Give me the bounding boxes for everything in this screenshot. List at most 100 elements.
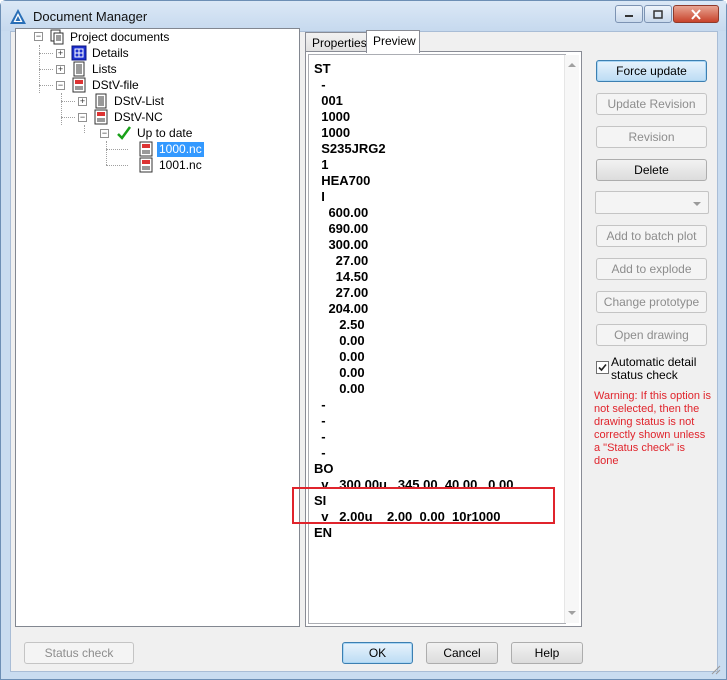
tree-node-dstv-nc[interactable]: DStV-NC <box>93 109 165 125</box>
minimize-icon <box>625 15 633 17</box>
option-combobox[interactable] <box>595 191 709 214</box>
collapse-toggle[interactable]: − <box>78 113 87 122</box>
tree-connector <box>39 53 53 54</box>
preview-line: 1 <box>314 157 329 172</box>
tree-connector <box>61 101 75 102</box>
force-update-button[interactable]: Force update <box>596 60 707 82</box>
preview-line: 0.00 <box>314 381 365 396</box>
expand-toggle[interactable]: + <box>56 65 65 74</box>
tree-node-dstv-list[interactable]: DStV-List <box>93 93 166 109</box>
tree-connector <box>106 165 128 166</box>
tree-node-1000-nc[interactable]: 1000.nc <box>138 141 204 157</box>
dstv-list-icon <box>95 93 107 109</box>
close-button[interactable] <box>673 5 719 23</box>
preview-line: I <box>314 189 325 204</box>
preview-line: 2.50 <box>314 317 365 332</box>
tree-node-label: 1001.nc <box>159 157 202 172</box>
preview-line: ST <box>314 61 331 76</box>
window-title: Document Manager <box>33 9 148 24</box>
preview-line: 27.00 <box>314 253 369 268</box>
tree-node-label: DStV-List <box>114 93 165 108</box>
preview-line: 0.00 <box>314 333 365 348</box>
title-bar[interactable]: Document Manager <box>1 1 726 31</box>
tab-properties[interactable]: Properties <box>305 32 367 52</box>
automatic-detail-status-label[interactable]: Automatic detail status check <box>611 356 711 382</box>
tree-node-label: Project documents <box>70 29 170 44</box>
tree-node-label: DStV-NC <box>114 109 163 124</box>
preview-line: 1000 <box>314 109 351 124</box>
tree-node-dstv-file[interactable]: DStV-file <box>71 77 141 93</box>
tree-node-up-to-date[interactable]: Up to date <box>116 125 194 141</box>
tree-node-lists[interactable]: Lists <box>71 61 119 77</box>
open-drawing-button[interactable]: Open drawing <box>596 324 707 346</box>
status-check-button[interactable]: Status check <box>24 642 134 664</box>
ok-button[interactable]: OK <box>342 642 413 664</box>
preview-line: 0.00 <box>314 349 365 364</box>
preview-panel: ST - 001 1000 1000 S235JRG2 1 HEA700 I 6… <box>305 51 582 627</box>
maximize-button[interactable] <box>644 5 672 23</box>
collapse-toggle[interactable]: − <box>100 129 109 138</box>
scroll-up-icon[interactable] <box>568 63 576 67</box>
revision-button[interactable]: Revision <box>596 126 707 148</box>
checkmark-icon <box>117 126 132 140</box>
add-to-batch-plot-button[interactable]: Add to batch plot <box>596 225 707 247</box>
chevron-down-icon <box>693 202 701 206</box>
preview-line: 14.50 <box>314 269 369 284</box>
tree-node-label: 1000.nc <box>157 141 204 157</box>
preview-line: 0.00 <box>314 365 365 380</box>
preview-line: BO <box>314 461 334 476</box>
tree-node-project-documents[interactable]: Project documents <box>49 29 171 45</box>
preview-line: 204.00 <box>314 301 369 316</box>
help-button[interactable]: Help <box>511 642 583 664</box>
preview-line: HEA700 <box>314 173 371 188</box>
tree-node-label: Up to date <box>137 125 193 140</box>
tree-connector <box>61 93 62 125</box>
update-revision-button[interactable]: Update Revision <box>596 93 707 115</box>
preview-text[interactable]: ST - 001 1000 1000 S235JRG2 1 HEA700 I 6… <box>308 54 566 624</box>
preview-line: - <box>314 445 326 460</box>
tree-node-label: Lists <box>92 61 117 76</box>
nc-file-icon <box>139 157 153 173</box>
scroll-down-icon[interactable] <box>568 611 576 615</box>
change-prototype-button[interactable]: Change prototype <box>596 291 707 313</box>
tree-connector <box>106 141 107 165</box>
document-manager-window: Document Manager − + + − + − − Project d… <box>0 0 727 680</box>
collapse-toggle[interactable]: − <box>34 32 43 41</box>
preview-line: SI <box>314 493 327 508</box>
cancel-button[interactable]: Cancel <box>426 642 498 664</box>
preview-line: 300.00 <box>314 237 369 252</box>
resize-grip-icon[interactable] <box>709 663 721 675</box>
tab-preview[interactable]: Preview <box>366 30 420 53</box>
preview-line: 27.00 <box>314 285 369 300</box>
document-tree[interactable]: − + + − + − − Project documents Details <box>15 28 300 627</box>
autocad-icon <box>10 9 26 24</box>
tree-node-details[interactable]: Details <box>71 45 131 61</box>
tree-connector <box>106 149 128 150</box>
preview-line: v 2.00u 2.00 0.00 10r1000 <box>314 509 501 524</box>
preview-line: v 300.00u 345.00 40.00 0.00 <box>314 477 514 492</box>
collapse-toggle[interactable]: − <box>56 81 65 90</box>
preview-line: 1000 <box>314 125 351 140</box>
delete-button[interactable]: Delete <box>596 159 707 181</box>
expand-toggle[interactable]: + <box>78 97 87 106</box>
documents-icon <box>50 29 64 45</box>
maximize-icon <box>653 9 663 19</box>
add-to-explode-button[interactable]: Add to explode <box>596 258 707 280</box>
preview-line: 690.00 <box>314 221 369 236</box>
minimize-button[interactable] <box>615 5 643 23</box>
lists-icon <box>73 61 85 77</box>
preview-line: - <box>314 77 326 92</box>
tree-node-1001-nc[interactable]: 1001.nc <box>138 157 204 173</box>
dstv-file-icon <box>72 77 86 93</box>
preview-line: EN <box>314 525 333 540</box>
checkmark-icon <box>598 363 607 372</box>
tree-connector <box>39 85 53 86</box>
preview-line: - <box>314 413 326 428</box>
expand-toggle[interactable]: + <box>56 49 65 58</box>
dstv-nc-icon <box>94 109 108 125</box>
preview-scrollbar[interactable] <box>564 55 579 623</box>
preview-line: 001 <box>314 93 343 108</box>
preview-line: - <box>314 397 326 412</box>
preview-line: - <box>314 429 326 444</box>
automatic-detail-status-checkbox[interactable] <box>596 361 609 374</box>
